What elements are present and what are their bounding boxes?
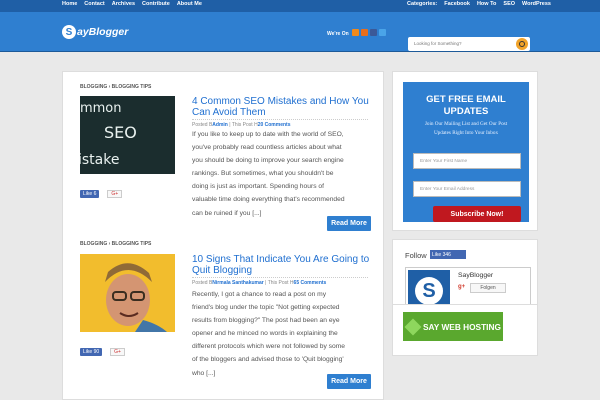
frustrated-man-image bbox=[80, 254, 175, 332]
excerpt-line: you should be doing to improve your sear… bbox=[192, 157, 344, 165]
excerpt-line: results from blogging?" The post had bee… bbox=[192, 317, 340, 325]
were-on-label: We're On bbox=[327, 31, 349, 37]
hosting-text: SAY WEB HOSTING bbox=[423, 321, 501, 332]
email-field[interactable]: Enter Your Email Address bbox=[413, 181, 521, 197]
post-title[interactable]: 4 Common SEO Mistakes and How You Can Av… bbox=[192, 96, 376, 118]
search-input[interactable]: Looking for Something? bbox=[408, 37, 530, 51]
nav-seo-link[interactable]: SEO bbox=[503, 1, 515, 7]
facebook-like-button[interactable]: Like 90 bbox=[80, 348, 103, 356]
nav-archives-link[interactable]: Archives bbox=[112, 1, 135, 7]
like-label: Like bbox=[83, 191, 93, 197]
facebook-icon[interactable] bbox=[370, 29, 377, 36]
logo-text: ayBlogger bbox=[77, 26, 129, 38]
categories-label: Categories: bbox=[407, 1, 438, 7]
email-title: GET FREE EMAIL UPDATES bbox=[403, 94, 529, 118]
sidebar: GET FREE EMAIL UPDATES Join Our Mailing … bbox=[392, 71, 538, 400]
first-name-field[interactable]: Enter Your First Name bbox=[413, 153, 521, 169]
meta-posted-by: Posted B bbox=[192, 280, 213, 286]
post-thumbnail[interactable]: ommon SEO istake bbox=[72, 96, 175, 174]
post-thumbnail[interactable] bbox=[80, 254, 175, 332]
rss-icon[interactable] bbox=[352, 29, 359, 36]
like-count: 6 bbox=[93, 191, 97, 197]
chalkboard-image: ommon SEO istake bbox=[72, 96, 175, 174]
nav-contribute-link[interactable]: Contribute bbox=[142, 1, 170, 7]
post-meta: Posted BAdmin | This Post H20 Comments bbox=[192, 119, 368, 128]
like-label: Like bbox=[432, 251, 442, 258]
like-label: Like bbox=[83, 349, 93, 355]
social-links bbox=[352, 29, 386, 36]
email-subtitle-line: Join Our Mailing List and Get Our Post bbox=[424, 121, 508, 127]
google-plus-button[interactable]: G+ bbox=[110, 348, 125, 356]
post-category[interactable]: BLOGGING › BLOGGING TIPS bbox=[80, 84, 151, 90]
post-excerpt: If you like to keep up to date with the … bbox=[192, 128, 368, 220]
post-comments-link[interactable]: 65 Comments bbox=[294, 280, 327, 286]
nav-about-link[interactable]: About Me bbox=[177, 1, 202, 7]
nav-home-link[interactable]: Home bbox=[62, 1, 77, 7]
email-title-line: UPDATES bbox=[443, 106, 489, 117]
follow-title: Follow bbox=[405, 251, 427, 260]
search-placeholder: Looking for Something? bbox=[414, 41, 462, 46]
excerpt-line: If you like to keep up to date with the … bbox=[192, 131, 344, 138]
share-buttons: Like 90 G+ bbox=[80, 348, 125, 356]
excerpt-line: Recently, I got a chance to read a post … bbox=[192, 291, 327, 298]
nav-howto-link[interactable]: How To bbox=[477, 1, 496, 7]
excerpt-line: you've probably read countless articles … bbox=[192, 144, 342, 152]
meta-separator: | This Post H bbox=[263, 280, 294, 286]
site-logo[interactable]: S ayBlogger bbox=[62, 25, 128, 39]
excerpt-line: of the bloggers and advised those to 'Qu… bbox=[192, 356, 344, 364]
google-plus-icon: g+ bbox=[458, 284, 466, 290]
email-signup-box: GET FREE EMAIL UPDATES Join Our Mailing … bbox=[403, 82, 529, 222]
nav-contact-link[interactable]: Contact bbox=[84, 1, 104, 7]
excerpt-line: friend's blog under the topic "Not getti… bbox=[192, 304, 340, 312]
gp-profile-name[interactable]: SayBlogger bbox=[458, 272, 493, 279]
email-subtitle: Join Our Mailing List and Get Our Post U… bbox=[411, 120, 521, 138]
svg-text:istake: istake bbox=[80, 152, 119, 168]
post-meta: Posted BNirmala Santhakumar | This Post … bbox=[192, 277, 368, 286]
subscribe-button[interactable]: Subscribe Now! bbox=[433, 206, 521, 222]
post-excerpt: Recently, I got a chance to read a post … bbox=[192, 288, 368, 380]
top-nav-left: Home Contact Archives Contribute About M… bbox=[62, 1, 202, 7]
excerpt-line: opener and he minced no words in explain… bbox=[192, 330, 338, 338]
share-buttons: Like 6 G+ bbox=[80, 190, 123, 198]
like-count: 346 bbox=[442, 251, 451, 258]
logo-mark: S bbox=[62, 25, 76, 39]
post-title[interactable]: 10 Signs That Indicate You Are Going to … bbox=[192, 254, 376, 276]
email-title-line: GET FREE EMAIL bbox=[426, 94, 506, 105]
post-author[interactable]: Nirmala Santhakumar bbox=[212, 280, 263, 286]
email-subtitle-line: Updates Right Into Your Inbox bbox=[433, 130, 499, 136]
follow-button[interactable]: Folgen bbox=[470, 283, 506, 293]
google-plus-button[interactable]: G+ bbox=[107, 190, 123, 198]
say-web-hosting-banner[interactable]: SAY WEB HOSTING bbox=[403, 312, 503, 341]
email-widget: GET FREE EMAIL UPDATES Join Our Mailing … bbox=[392, 71, 538, 231]
svg-text:SEO: SEO bbox=[104, 123, 137, 142]
search-icon[interactable] bbox=[516, 38, 528, 50]
excerpt-line: rankings. But sometimes, what you should… bbox=[192, 170, 334, 178]
read-more-button[interactable]: Read More bbox=[327, 374, 371, 389]
excerpt-line: different protocols which were not follo… bbox=[192, 343, 346, 351]
excerpt-line: valuable time doing everything that's re… bbox=[192, 196, 345, 204]
main-content: BLOGGING › BLOGGING TIPS ommon SEO istak… bbox=[62, 71, 384, 400]
facebook-like-button[interactable]: Like 346 bbox=[430, 250, 466, 259]
nav-wordpress-link[interactable]: WordPress bbox=[522, 1, 551, 7]
site-header: S ayBlogger We're On Looking for Somethi… bbox=[0, 12, 600, 52]
like-count: 90 bbox=[93, 349, 100, 355]
facebook-like-button[interactable]: Like 6 bbox=[80, 190, 100, 198]
top-navigation-bar: Home Contact Archives Contribute About M… bbox=[0, 0, 600, 12]
nav-facebook-link[interactable]: Facebook bbox=[444, 1, 470, 7]
post-category[interactable]: BLOGGING › BLOGGING TIPS bbox=[80, 241, 151, 247]
hosting-logo-icon bbox=[404, 318, 422, 335]
twitter-icon[interactable] bbox=[379, 29, 386, 36]
avatar-letter: S bbox=[415, 277, 443, 305]
hosting-widget: SAY WEB HOSTING bbox=[392, 304, 538, 356]
svg-text:ommon: ommon bbox=[80, 101, 121, 116]
top-nav-categories: Categories: Facebook How To SEO WordPres… bbox=[407, 1, 551, 7]
excerpt-line: doing is just as important. Spending hou… bbox=[192, 183, 324, 191]
read-more-button[interactable]: Read More bbox=[327, 216, 371, 231]
blogger-icon[interactable] bbox=[361, 29, 368, 36]
